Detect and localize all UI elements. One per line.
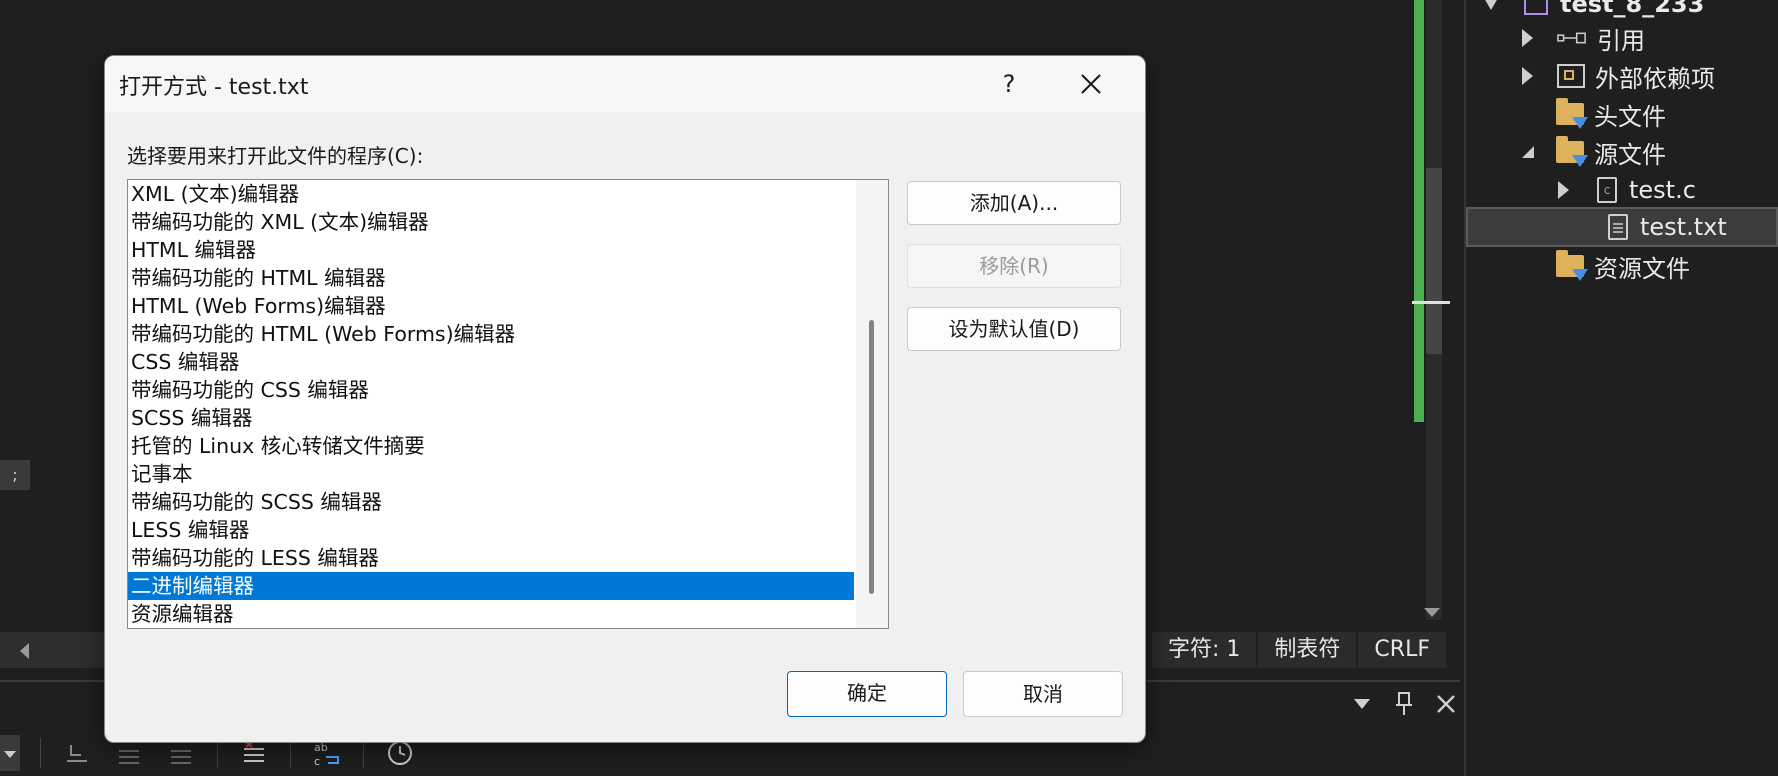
program-list-item[interactable]: 带编码功能的 CSS 编辑器 — [128, 376, 854, 404]
expand-arrow-icon[interactable] — [1522, 29, 1533, 47]
solution-item-test-txt[interactable]: test.txt — [1466, 207, 1778, 247]
sidebar-item-label: test.txt — [1640, 213, 1727, 241]
program-list-item[interactable]: HTML (Web Forms)编辑器 — [128, 292, 854, 320]
status-line-ending[interactable]: CRLF — [1356, 632, 1446, 668]
solution-item-references[interactable]: 引用 — [1522, 20, 1645, 56]
scroll-position-marker — [1412, 301, 1450, 304]
sidebar-item-label: 源文件 — [1594, 140, 1666, 169]
program-list-item[interactable]: XML (文本)编辑器 — [128, 180, 854, 208]
solution-item-source-files[interactable]: 源文件 — [1522, 134, 1666, 170]
program-list-item[interactable]: SCSS 编辑器 — [128, 404, 854, 432]
status-char-position[interactable]: 字符: 1 — [1150, 632, 1257, 668]
filter-folder-icon — [1556, 98, 1588, 129]
editor-scroll-thumb[interactable] — [1426, 168, 1442, 354]
sidebar-item-label: 资源文件 — [1594, 254, 1690, 283]
c-file-icon: c — [1597, 177, 1617, 203]
listbox-scroll-thumb[interactable] — [869, 320, 874, 594]
remove-button[interactable]: 移除(R) — [907, 244, 1121, 288]
text-file-icon — [1608, 214, 1628, 240]
program-list-item[interactable]: CSS 编辑器 — [128, 348, 854, 376]
program-listbox[interactable]: XML (文本)编辑器 带编码功能的 XML (文本)编辑器 HTML 编辑器 带编码… — [127, 179, 889, 629]
program-list-item[interactable]: 记事本 — [128, 460, 854, 488]
external-deps-icon — [1557, 64, 1585, 88]
solution-item-header-files[interactable]: 头文件 — [1556, 96, 1666, 132]
program-list-item[interactable]: 托管的 Linux 核心转储文件摘要 — [128, 432, 854, 460]
program-list-item[interactable]: 带编码功能的 LESS 编辑器 — [128, 544, 854, 572]
reference-icon — [1557, 31, 1587, 45]
ok-button[interactable]: 确定 — [787, 671, 947, 717]
pin-icon[interactable] — [1390, 690, 1418, 718]
sidebar-item-label: test.c — [1629, 176, 1696, 204]
panel-header-controls — [1348, 690, 1460, 718]
svg-text:c: c — [314, 755, 320, 767]
dropdown-arrow-icon[interactable] — [1348, 690, 1376, 718]
status-indent-mode[interactable]: 制表符 — [1256, 632, 1357, 668]
expand-arrow-icon[interactable] — [1484, 0, 1498, 10]
program-list-item[interactable]: 带编码功能的 SCSS 编辑器 — [128, 488, 854, 516]
program-list-label: 选择要用来打开此文件的程序(C): — [127, 144, 424, 168]
program-list-item[interactable]: 带编码功能的 XML (文本)编辑器 — [128, 208, 854, 236]
expand-arrow-icon[interactable] — [1522, 67, 1533, 85]
listbox-scrollbar[interactable] — [856, 180, 888, 628]
program-list-item[interactable]: 二进制编辑器 — [128, 572, 854, 600]
program-list-item[interactable]: 带编码功能的 HTML (Web Forms)编辑器 — [128, 320, 854, 348]
program-list-item[interactable]: 带编码功能的 HTML 编辑器 — [128, 264, 854, 292]
filter-folder-icon — [1556, 136, 1588, 167]
collapse-arrow-icon[interactable] — [1522, 146, 1534, 158]
sidebar-item-label: 引用 — [1597, 26, 1645, 55]
solution-item-resource-files[interactable]: 资源文件 — [1556, 248, 1690, 284]
editor-code-fragment: ; — [0, 460, 30, 490]
solution-item-external-deps[interactable]: 外部依赖项 — [1522, 58, 1715, 94]
dialog-titlebar[interactable]: 打开方式 - test.txt ? — [105, 56, 1145, 112]
program-list-item[interactable]: HTML 编辑器 — [128, 236, 854, 264]
dialog-title: 打开方式 - test.txt — [119, 75, 309, 100]
solution-item-project[interactable]: test_8_233 — [1484, 0, 1704, 22]
change-indicator-bar — [1414, 0, 1424, 422]
toolbar-dropdown[interactable] — [0, 735, 20, 771]
add-button[interactable]: 添加(A)... — [907, 181, 1121, 225]
filter-folder-icon — [1556, 250, 1588, 281]
expand-arrow-icon[interactable] — [1558, 181, 1569, 199]
toolbar-separator — [40, 738, 41, 768]
program-list: XML (文本)编辑器 带编码功能的 XML (文本)编辑器 HTML 编辑器 带编码… — [128, 180, 854, 628]
scroll-down-arrow-icon[interactable] — [1424, 608, 1440, 617]
solution-item-test-c[interactable]: c test.c — [1558, 172, 1696, 208]
close-icon[interactable] — [1067, 66, 1115, 102]
set-default-button[interactable]: 设为默认值(D) — [907, 307, 1121, 351]
sidebar-item-label: 外部依赖项 — [1595, 64, 1715, 93]
close-panel-icon[interactable] — [1432, 690, 1460, 718]
sidebar-item-label: 头文件 — [1594, 102, 1666, 131]
help-button[interactable]: ? — [985, 66, 1033, 102]
cancel-button[interactable]: 取消 — [963, 671, 1123, 717]
program-list-item[interactable]: 资源编辑器 — [128, 600, 854, 628]
project-icon — [1524, 0, 1548, 15]
find-message-icon[interactable] — [61, 737, 93, 769]
project-label: test_8_233 — [1560, 0, 1705, 18]
program-list-item[interactable]: LESS 编辑器 — [128, 516, 854, 544]
editor-status-bar: 字符: 1 制表符 CRLF — [1150, 632, 1446, 668]
open-with-dialog: 打开方式 - test.txt ? 选择要用来打开此文件的程序(C): XML … — [104, 55, 1146, 743]
scroll-left-arrow-icon[interactable] — [20, 643, 29, 659]
